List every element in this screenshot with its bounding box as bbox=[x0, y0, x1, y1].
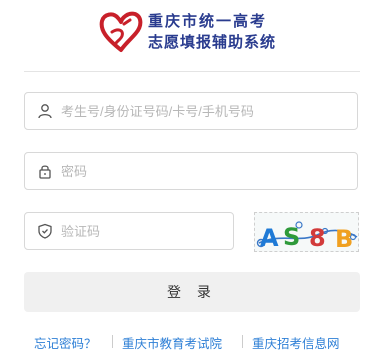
lock-icon bbox=[39, 165, 51, 179]
captcha-char: S bbox=[283, 223, 300, 251]
forgot-password-link[interactable]: 忘记密码？ bbox=[34, 333, 97, 352]
shield-icon bbox=[38, 223, 52, 239]
exam-authority-link[interactable]: 重庆市教育考试院 bbox=[122, 333, 222, 352]
password-input[interactable] bbox=[61, 153, 341, 189]
login-button[interactable]: 登 录 bbox=[24, 272, 360, 312]
footer-divider bbox=[112, 335, 113, 348]
heart-logo bbox=[99, 11, 143, 52]
captcha-image[interactable]: A S 8 B bbox=[254, 212, 359, 252]
captcha-char: A bbox=[260, 224, 279, 252]
footer-divider bbox=[242, 335, 243, 348]
footer-links: 忘记密码？ 重庆市教育考试院 重庆招考信息网 bbox=[0, 333, 377, 351]
captcha-char: 8 bbox=[309, 224, 326, 252]
account-field[interactable] bbox=[24, 92, 358, 130]
header-divider bbox=[24, 71, 360, 72]
account-input[interactable] bbox=[61, 93, 341, 129]
captcha-char: B bbox=[335, 225, 353, 252]
password-field[interactable] bbox=[24, 152, 358, 190]
page-subtitle: 志愿填报辅助系统 bbox=[148, 34, 277, 51]
captcha-field[interactable] bbox=[24, 212, 234, 250]
user-icon bbox=[38, 104, 52, 119]
captcha-graphic: A S 8 B bbox=[256, 221, 358, 252]
captcha-input[interactable] bbox=[61, 213, 221, 249]
admissions-info-link[interactable]: 重庆招考信息网 bbox=[252, 333, 340, 352]
header: 重庆市统一高考 志愿填报辅助系统 bbox=[0, 0, 377, 72]
page-title: 重庆市统一高考 bbox=[148, 13, 268, 30]
